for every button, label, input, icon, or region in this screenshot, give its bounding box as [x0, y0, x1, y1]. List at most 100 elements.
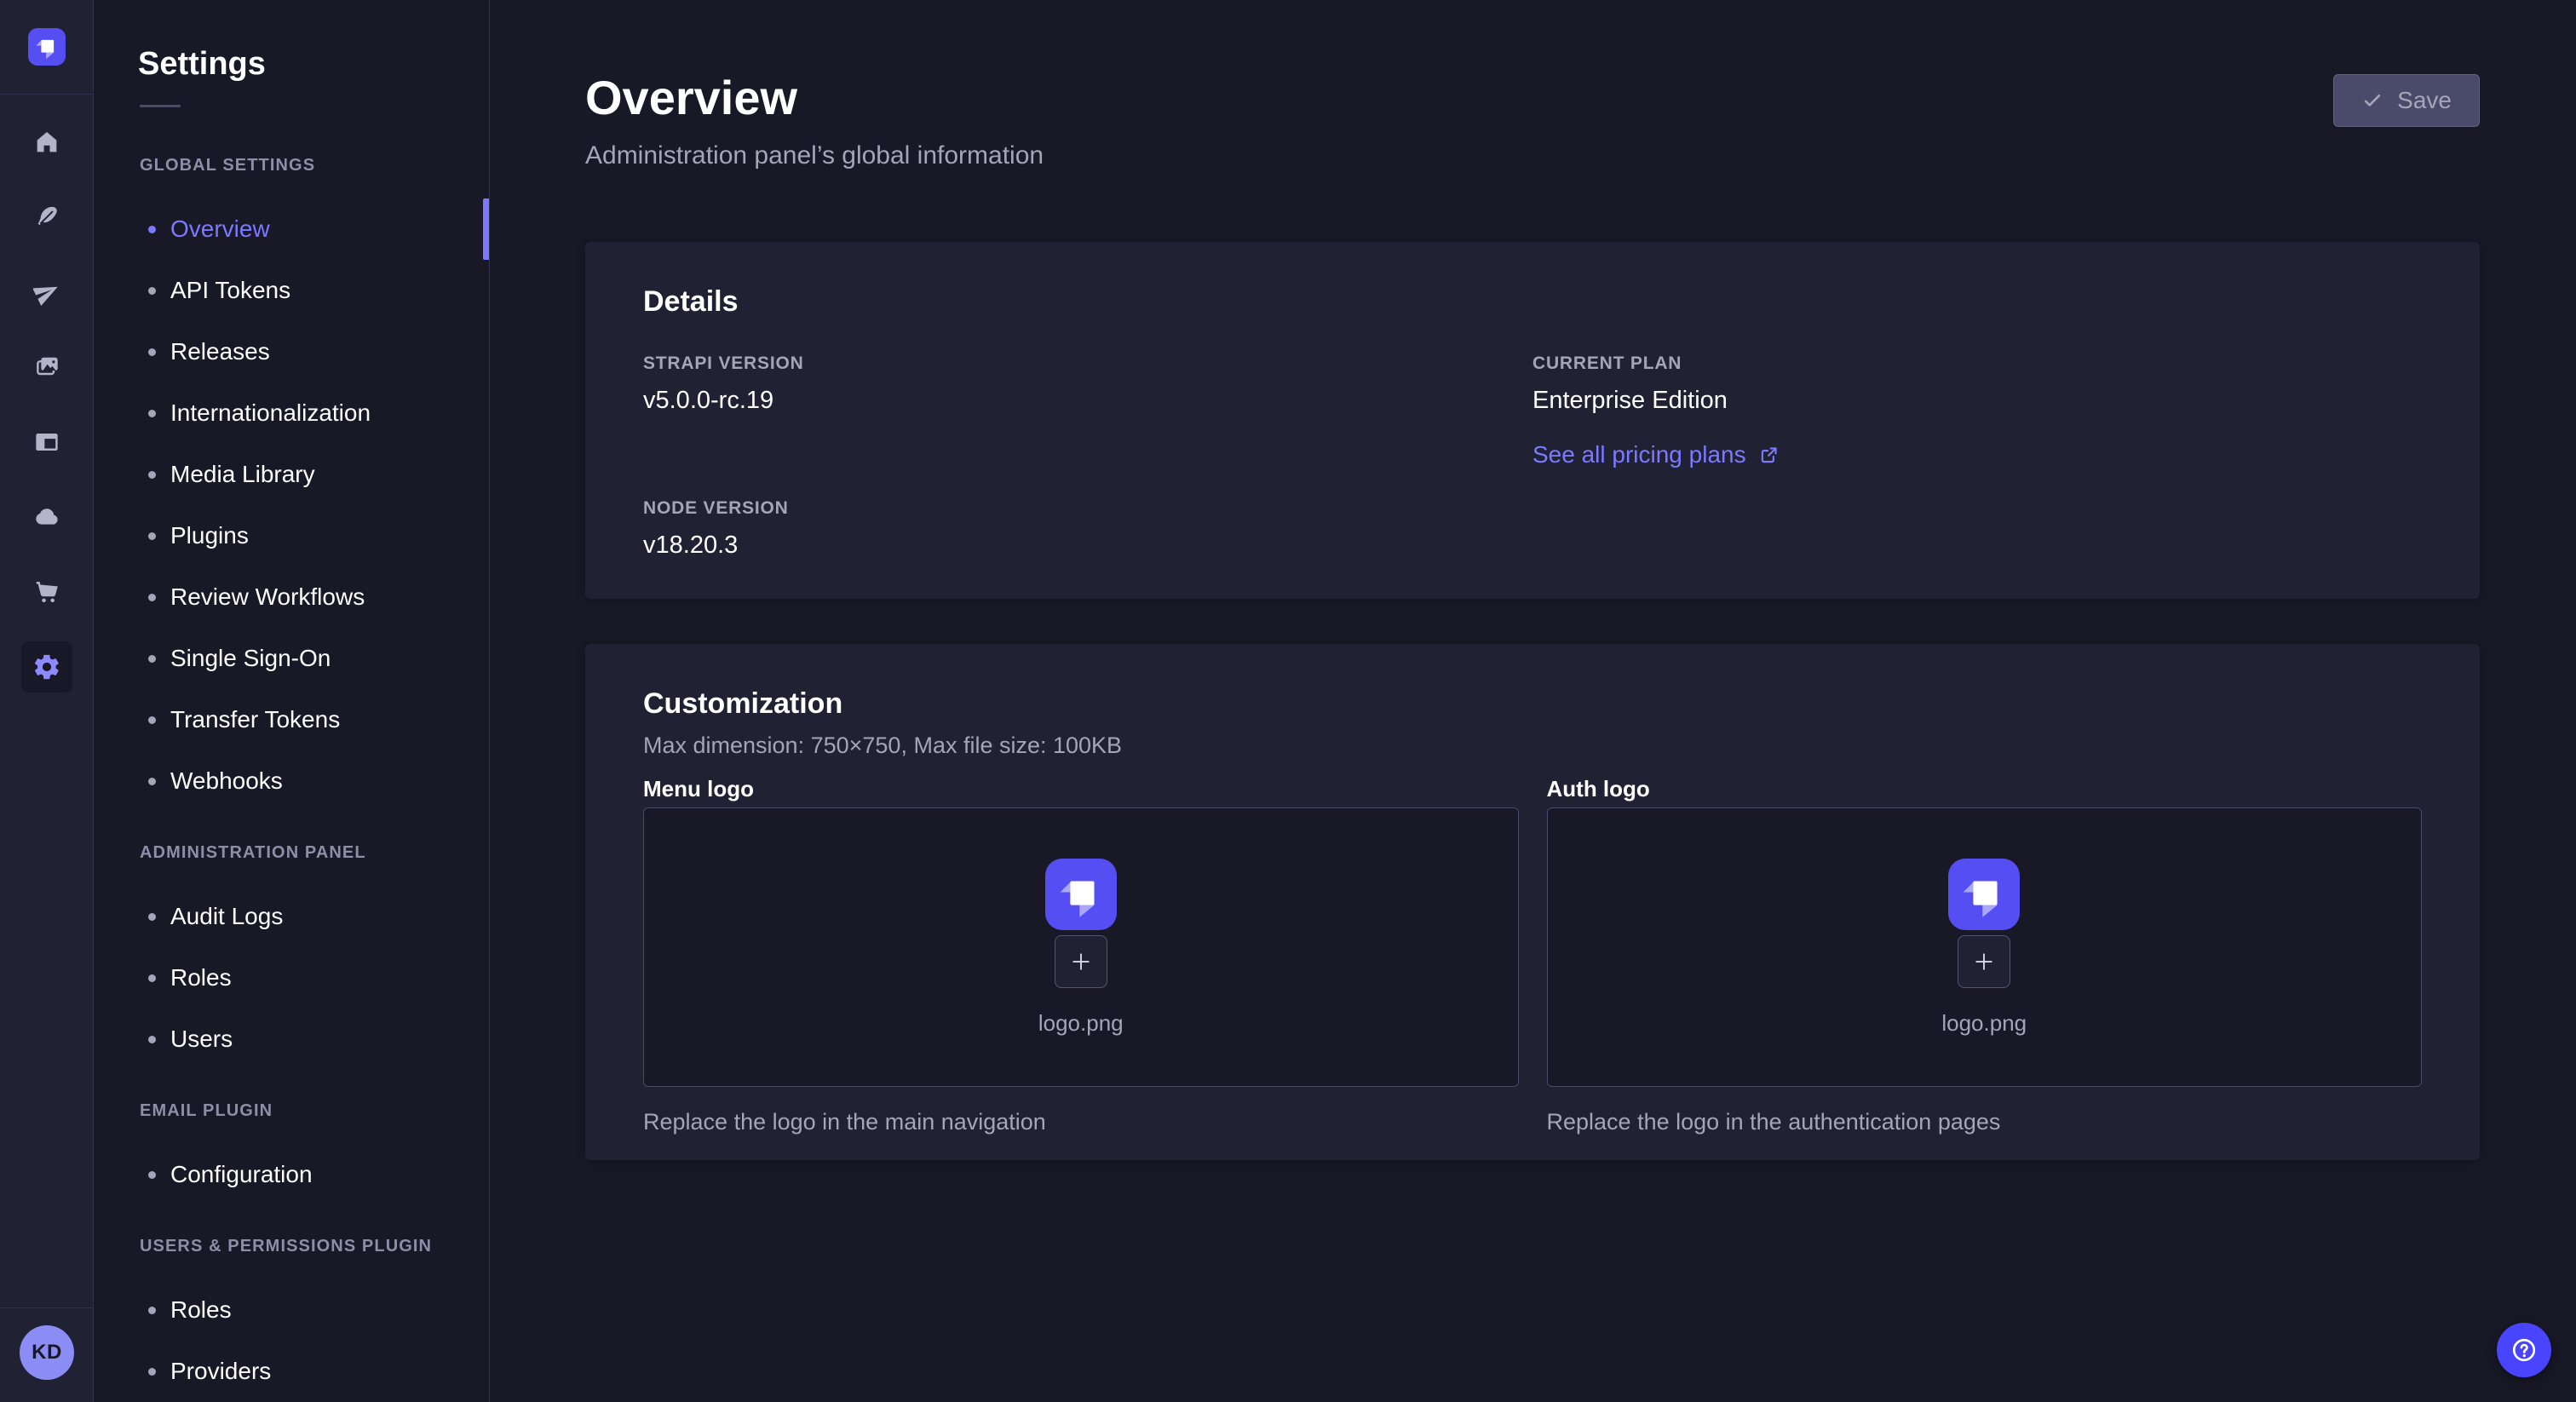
rail-divider [0, 94, 93, 95]
strapi-logo-icon [1045, 859, 1117, 930]
check-icon [2361, 89, 2383, 112]
auth-logo-preview [1948, 859, 2020, 930]
cart-icon [33, 578, 60, 606]
node-version-value: v18.20.3 [643, 530, 1532, 560]
subnav-title: Settings [138, 46, 489, 83]
bullet-icon [148, 716, 156, 724]
details-card-title: Details [643, 284, 2422, 319]
media-icon [33, 353, 60, 381]
nav-cloud[interactable] [21, 491, 72, 543]
customization-card: Customization Max dimension: 750×750, Ma… [585, 644, 2480, 1160]
section-label-global-settings: GLOBAL SETTINGS [94, 155, 489, 175]
bullet-icon [148, 974, 156, 982]
subnav-item-transfer-tokens[interactable]: Transfer Tokens [94, 689, 489, 750]
send-icon [33, 279, 60, 306]
main-content: Overview Administration panel’s global i… [490, 0, 2576, 1402]
nav-content-type-builder[interactable] [21, 192, 72, 243]
strapi-version-field: STRAPI VERSION v5.0.0-rc.19 [643, 353, 1532, 416]
nav-media-library[interactable] [21, 342, 72, 393]
subnav-item-plugins[interactable]: Plugins [94, 505, 489, 566]
settings-subnav: Settings GLOBAL SETTINGS Overview API To… [94, 0, 490, 1402]
nav-marketplace[interactable] [21, 566, 72, 618]
plus-icon [1068, 949, 1094, 974]
customization-constraints: Max dimension: 750×750, Max file size: 1… [643, 731, 2422, 760]
settings-gear-icon [32, 652, 61, 681]
global-settings-list: Overview API Tokens Releases Internation… [94, 198, 489, 812]
help-button[interactable] [2497, 1323, 2551, 1377]
subnav-item-audit-logs[interactable]: Audit Logs [94, 886, 489, 947]
menu-logo-filename: logo.png [1038, 1010, 1124, 1037]
strapi-logo-icon [28, 28, 66, 66]
bullet-icon [148, 348, 156, 356]
bullet-icon [148, 410, 156, 417]
section-label-email-plugin: EMAIL PLUGIN [94, 1100, 489, 1121]
auth-logo-add-button[interactable] [1958, 935, 2010, 988]
menu-logo-widget: Menu logo logo.png Replace the logo in t… [643, 775, 1519, 1136]
page-subtitle: Administration panel’s global informatio… [585, 140, 1044, 172]
subnav-item-review-workflows[interactable]: Review Workflows [94, 566, 489, 628]
subnav-item-webhooks[interactable]: Webhooks [94, 750, 489, 812]
external-link-icon [1758, 444, 1780, 466]
menu-logo-label: Menu logo [643, 775, 1519, 802]
pricing-plans-link[interactable]: See all pricing plans [1532, 441, 1780, 468]
bullet-icon [148, 471, 156, 479]
subnav-item-admin-roles[interactable]: Roles [94, 947, 489, 1008]
customization-card-title: Customization [643, 687, 2422, 721]
section-label-administration-panel: ADMINISTRATION PANEL [94, 842, 489, 863]
user-avatar[interactable]: KD [20, 1325, 74, 1380]
plus-icon [1971, 949, 1997, 974]
subnav-item-admin-users[interactable]: Users [94, 1008, 489, 1070]
nav-deploy[interactable] [21, 267, 72, 318]
main-nav-rail: KD [0, 0, 94, 1402]
menu-logo-preview [1045, 859, 1117, 930]
subnav-item-releases[interactable]: Releases [94, 321, 489, 382]
bullet-icon [148, 287, 156, 295]
page-header: Overview Administration panel’s global i… [585, 0, 2480, 172]
menu-logo-dropzone[interactable]: logo.png [643, 807, 1519, 1087]
bullet-icon [148, 1171, 156, 1179]
nav-content-manager[interactable] [21, 417, 72, 468]
auth-logo-widget: Auth logo logo.png Replace the logo in t… [1547, 775, 2423, 1136]
bullet-icon [148, 655, 156, 663]
bullet-icon [148, 1036, 156, 1043]
subnav-item-overview[interactable]: Overview [94, 198, 489, 260]
subnav-item-api-tokens[interactable]: API Tokens [94, 260, 489, 321]
nav-home[interactable] [21, 117, 72, 168]
subnav-item-email-configuration[interactable]: Configuration [94, 1144, 489, 1205]
current-plan-label: CURRENT PLAN [1532, 353, 2422, 375]
email-plugin-list: Configuration [94, 1144, 489, 1205]
administration-panel-list: Audit Logs Roles Users [94, 886, 489, 1070]
menu-logo-add-button[interactable] [1055, 935, 1107, 988]
auth-logo-hint: Replace the logo in the authentication p… [1547, 1107, 2423, 1136]
strapi-logo[interactable] [28, 28, 66, 66]
subnav-item-single-sign-on[interactable]: Single Sign-On [94, 628, 489, 689]
home-icon [33, 129, 60, 156]
current-plan-value: Enterprise Edition [1532, 385, 2422, 416]
nav-settings[interactable] [21, 641, 72, 692]
node-version-field: NODE VERSION v18.20.3 [643, 497, 1532, 560]
details-card: Details STRAPI VERSION v5.0.0-rc.19 NODE… [585, 242, 2480, 599]
rail-divider-bottom [0, 1307, 93, 1308]
bullet-icon [148, 594, 156, 601]
bullet-icon [148, 913, 156, 921]
save-button[interactable]: Save [2333, 74, 2480, 127]
auth-logo-label: Auth logo [1547, 775, 2423, 802]
cloud-icon [33, 503, 60, 531]
subnav-item-media-library[interactable]: Media Library [94, 444, 489, 505]
page-title: Overview [585, 72, 1044, 124]
current-plan-field: CURRENT PLAN Enterprise Edition [1532, 353, 2422, 416]
menu-logo-hint: Replace the logo in the main navigation [643, 1107, 1519, 1136]
bullet-icon [148, 778, 156, 785]
details-right-column: CURRENT PLAN Enterprise Edition See all … [1532, 353, 2422, 560]
auth-logo-dropzone[interactable]: logo.png [1547, 807, 2423, 1087]
strapi-version-label: STRAPI VERSION [643, 353, 1532, 375]
subnav-item-up-roles[interactable]: Roles [94, 1279, 489, 1341]
subnav-item-internationalization[interactable]: Internationalization [94, 382, 489, 444]
subnav-item-up-providers[interactable]: Providers [94, 1341, 489, 1402]
bullet-icon [148, 1307, 156, 1314]
strapi-version-value: v5.0.0-rc.19 [643, 385, 1532, 416]
users-permissions-list: Roles Providers [94, 1279, 489, 1402]
section-label-users-permissions-plugin: USERS & PERMISSIONS PLUGIN [94, 1236, 489, 1256]
feather-icon [33, 204, 60, 231]
bullet-icon [148, 532, 156, 540]
